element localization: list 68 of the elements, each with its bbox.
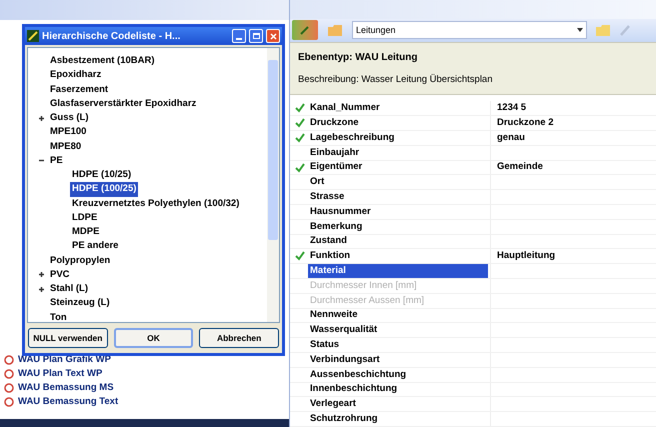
layer-type: Ebenentyp: WAU Leitung <box>298 51 418 66</box>
edit-tool-button[interactable] <box>292 20 318 40</box>
tree-item[interactable]: LDPE <box>70 210 100 225</box>
property-name[interactable]: Verlegeart <box>308 397 488 412</box>
maximize-button[interactable] <box>249 29 263 43</box>
property-name[interactable]: Hausnummer <box>308 204 488 220</box>
property-name[interactable]: Druckzone <box>308 116 488 130</box>
dialog-button[interactable]: OK <box>114 328 194 348</box>
dialog-button[interactable]: Abbrechen <box>199 328 279 348</box>
tree-item[interactable]: Guss (L) <box>48 111 91 126</box>
tree-item[interactable]: MPE80 <box>48 140 84 154</box>
property-name[interactable]: Lagebeschreibung <box>308 130 488 146</box>
dialog-title: Hierarchische Codeliste - H... <box>42 30 182 44</box>
property-value[interactable]: Hauptleitung <box>497 249 556 264</box>
tree-item[interactable]: Stahl (L) <box>48 282 90 296</box>
property-name[interactable]: Material <box>308 264 488 278</box>
property-name[interactable]: Zustand <box>308 234 488 249</box>
property-name[interactable]: Funktion <box>308 249 488 264</box>
property-name[interactable]: Status <box>308 338 488 352</box>
property-name[interactable]: Wasserqualität <box>308 323 488 338</box>
property-name[interactable]: Eigentümer <box>308 160 488 175</box>
tree-item[interactable]: HDPE (10/25) <box>70 168 134 182</box>
layer-item[interactable]: WAU Plan Text WP <box>18 366 102 382</box>
tree-item[interactable]: Ton <box>48 310 69 322</box>
tree-item[interactable]: Polypropylen <box>48 254 112 268</box>
property-name[interactable]: Innenbeschichtung <box>308 382 488 397</box>
property-name[interactable]: Nennweite <box>308 308 488 323</box>
scrollbar[interactable] <box>267 48 279 322</box>
tree-item[interactable]: MDPE <box>70 225 102 240</box>
minimize-button[interactable] <box>232 29 246 43</box>
property-name[interactable]: Kanal_Nummer <box>308 101 488 116</box>
layer-item[interactable]: WAU Bemassung Text <box>18 394 118 410</box>
property-name[interactable]: Verbindungsart <box>308 352 488 368</box>
property-value[interactable]: Druckzone 2 <box>497 116 554 130</box>
property-name[interactable]: Schutzrohrung <box>308 412 488 426</box>
folder-icon <box>596 24 610 36</box>
layer-dropdown[interactable]: Leitungen <box>352 21 587 40</box>
tree-item[interactable]: PVC <box>48 268 72 282</box>
close-button[interactable] <box>266 29 280 43</box>
expand-icon[interactable] <box>38 271 44 278</box>
property-value[interactable]: 1234 5 <box>497 101 526 116</box>
expand-icon[interactable] <box>38 286 44 293</box>
property-name[interactable]: Aussenbeschichtung <box>308 368 488 382</box>
dialog-button[interactable]: NULL verwenden <box>28 328 108 348</box>
app-icon <box>27 30 39 42</box>
tree-item[interactable]: HDPE (100/25) <box>70 182 138 196</box>
tree-item[interactable]: Asbestzement (10BAR) <box>48 54 157 68</box>
pencil-icon <box>300 25 310 36</box>
tree-item[interactable]: Glasfaserverstärkter Epoxidharz <box>48 96 198 111</box>
dropdown-arrow-icon <box>577 28 583 32</box>
property-name[interactable]: Ort <box>308 175 488 190</box>
close-icon <box>270 32 276 40</box>
layer-item[interactable]: WAU Bemassung MS <box>18 380 114 396</box>
tree-item[interactable]: Steinzeug (L) <box>48 296 112 310</box>
property-name[interactable]: Strasse <box>308 190 488 204</box>
tree-item[interactable]: MPE100 <box>48 125 88 140</box>
property-name[interactable]: Bemerkung <box>308 220 488 234</box>
tree-item[interactable]: Faserzement <box>48 82 110 97</box>
tree-item[interactable]: Epoxidharz <box>48 68 104 82</box>
expand-icon[interactable] <box>38 114 44 122</box>
tree-item[interactable]: PE <box>48 154 65 168</box>
tree-item[interactable]: Kreuzvernetztes Polyethylen (100/32) <box>70 196 242 211</box>
tree-item[interactable]: PE andere <box>70 239 120 254</box>
property-value[interactable]: Gemeinde <box>497 160 543 175</box>
layer-description: Beschreibung: Wasser Leitung Übersichtsplan <box>298 72 494 87</box>
property-name[interactable]: Einbaujahr <box>308 146 488 160</box>
folder-icon <box>328 24 342 36</box>
property-value[interactable]: genau <box>497 130 525 146</box>
